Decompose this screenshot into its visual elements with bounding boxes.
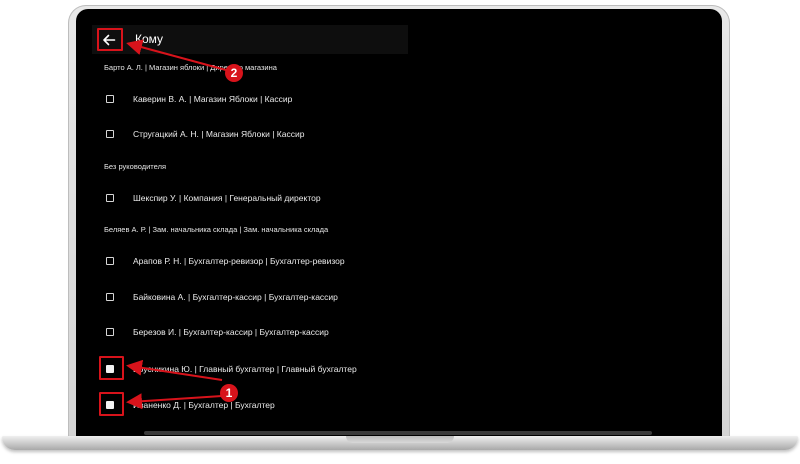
recipient-checkbox[interactable]: [106, 328, 114, 336]
recipient-checkbox[interactable]: [106, 130, 114, 138]
group-header: Без руководителя: [104, 162, 167, 171]
group-header: Барто А. Л. | Магазин яблоки | Директор …: [104, 63, 277, 72]
app-screen: Кому Барто А. Л. | Магазин яблоки | Дире…: [82, 15, 716, 439]
recipient-label: Шекспир У. | Компания | Генеральный дире…: [133, 193, 321, 203]
recipient-label: Каверин В. А. | Магазин Яблоки | Кассир: [133, 94, 293, 104]
page-title: Кому: [135, 32, 164, 46]
step-badge: 2: [225, 64, 243, 82]
recipient-checkbox[interactable]: [106, 194, 114, 202]
recipient-label: Иваненко Д. | Бухгалтер | Бухгалтер: [133, 400, 275, 410]
step-badge: 1: [220, 384, 238, 402]
highlight-frame: [97, 28, 123, 51]
highlight-frame: [99, 356, 124, 380]
recipient-label: Арапов Р. Н. | Бухгалтер-ревизор | Бухга…: [133, 256, 345, 266]
recipient-checkbox[interactable]: [106, 257, 114, 265]
recipient-label: Брусникина Ю. | Главный бухгалтер | Глав…: [133, 364, 357, 374]
recipient-label: Байковина А. | Бухгалтер-кассир | Бухгал…: [133, 292, 338, 302]
highlight-frame: [99, 392, 124, 416]
recipient-label: Березов И. | Бухгалтер-кассир | Бухгалте…: [133, 327, 329, 337]
recipient-label: Стругацкий А. Н. | Магазин Яблоки | Касс…: [133, 129, 305, 139]
horizontal-scrollbar[interactable]: [144, 431, 652, 435]
laptop-notch: [346, 436, 454, 443]
recipient-checkbox[interactable]: [106, 95, 114, 103]
recipient-checkbox[interactable]: [106, 293, 114, 301]
group-header: Беляев А. Р. | Зам. начальника склада | …: [104, 225, 329, 234]
